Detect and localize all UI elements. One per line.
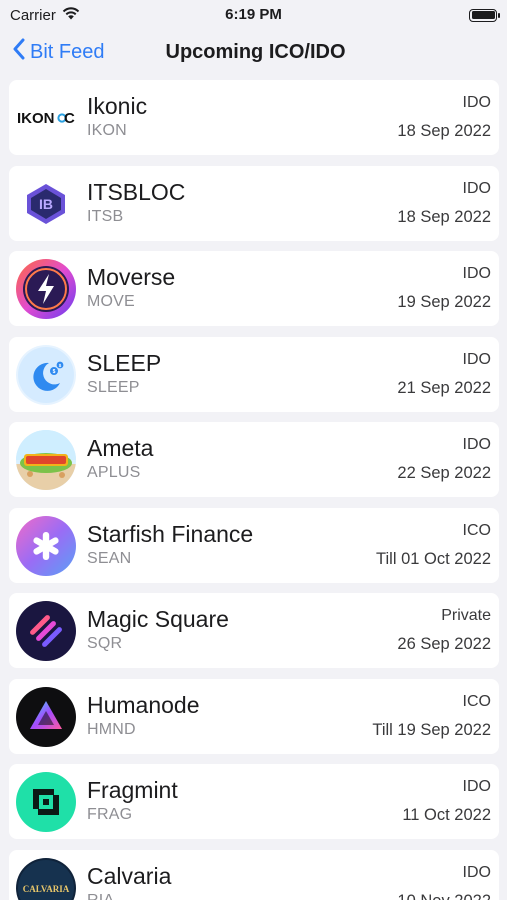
list-item[interactable]: Moverse MOVE IDO 19 Sep 2022 xyxy=(9,251,499,326)
item-date: 18 Sep 2022 xyxy=(397,207,491,226)
status-bar: Carrier 6:19 PM xyxy=(0,0,507,30)
fragmint-logo xyxy=(16,772,76,832)
item-type: ICO xyxy=(462,692,491,710)
navigation-bar: Bit Feed Upcoming ICO/IDO xyxy=(0,30,507,74)
list-item[interactable]: Ameta APLUS IDO 22 Sep 2022 xyxy=(9,422,499,497)
item-symbol: IKON xyxy=(87,122,127,139)
item-name: Ikonic xyxy=(87,93,148,119)
list-item[interactable]: Starfish Finance SEAN ICO Till 01 Oct 20… xyxy=(9,507,499,583)
svg-text:CALVARIA: CALVARIA xyxy=(23,884,70,894)
ico-list: IKON C Ikonic IKON IDO 18 Sep 2022 IB IT… xyxy=(9,80,499,900)
list-item[interactable]: Magic Square SQR Private 26 Sep 2022 xyxy=(9,593,499,668)
ameta-logo xyxy=(16,430,76,490)
item-date: 21 Sep 2022 xyxy=(397,378,491,397)
item-name: Calvaria xyxy=(87,862,172,889)
list-item[interactable]: IKON C Ikonic IKON IDO 18 Sep 2022 xyxy=(9,80,499,155)
item-date: 11 Oct 2022 xyxy=(402,806,491,824)
svg-text:C: C xyxy=(64,110,75,127)
item-symbol: HMND xyxy=(87,720,136,738)
item-name: Magic Square xyxy=(87,606,229,632)
item-name: Fragmint xyxy=(87,777,178,803)
item-date: Till 01 Oct 2022 xyxy=(376,549,491,568)
calvaria-logo: CALVARIA xyxy=(16,857,76,900)
item-symbol: FRAG xyxy=(87,806,133,823)
item-date: 10 Nov 2022 xyxy=(397,892,491,900)
item-symbol: SEAN xyxy=(87,549,132,567)
item-type: Private xyxy=(441,607,491,624)
item-type: IDO xyxy=(462,863,491,881)
item-date: 26 Sep 2022 xyxy=(397,635,491,653)
item-name: Ameta xyxy=(87,435,154,461)
item-type: IDO xyxy=(462,265,491,282)
sleep-logo: $ $ xyxy=(16,344,76,405)
starfish-logo xyxy=(16,515,76,576)
item-name: Humanode xyxy=(87,691,200,718)
item-type: ICO xyxy=(462,521,491,539)
item-symbol: RIA xyxy=(87,891,115,900)
moverse-logo xyxy=(16,259,76,319)
item-name: Moverse xyxy=(87,264,176,290)
item-date: 18 Sep 2022 xyxy=(397,122,491,140)
item-symbol: APLUS xyxy=(87,464,141,481)
item-date: Till 19 Sep 2022 xyxy=(372,720,491,739)
item-date: 22 Sep 2022 xyxy=(397,464,491,482)
item-type: IDO xyxy=(462,179,491,197)
item-type: IDO xyxy=(462,436,491,453)
magic-square-logo xyxy=(16,601,76,661)
item-name: Starfish Finance xyxy=(87,520,254,547)
carrier-group: Carrier xyxy=(10,6,80,24)
svg-text:IKON: IKON xyxy=(17,110,55,127)
list-item[interactable]: Fragmint FRAG IDO 11 Oct 2022 xyxy=(9,764,499,839)
item-type: IDO xyxy=(462,778,491,795)
item-date: 19 Sep 2022 xyxy=(397,293,491,311)
wifi-icon xyxy=(62,6,80,24)
list-item[interactable]: IB ITSBLOC ITSB IDO 18 Sep 2022 xyxy=(9,165,499,241)
humanode-logo xyxy=(16,686,76,747)
item-type: IDO xyxy=(462,350,491,368)
list-item[interactable]: Humanode HMND ICO Till 19 Sep 2022 xyxy=(9,678,499,754)
svg-text:IB: IB xyxy=(39,196,53,212)
itsbloc-logo: IB xyxy=(16,173,76,234)
item-symbol: ITSB xyxy=(87,207,124,225)
carrier-label: Carrier xyxy=(10,6,56,24)
list-item[interactable]: CALVARIA Calvaria RIA IDO 10 Nov 2022 xyxy=(9,849,499,900)
svg-text:$: $ xyxy=(53,369,56,375)
item-name: SLEEP xyxy=(87,349,162,376)
list-item[interactable]: $ $ SLEEP SLEEP IDO 21 Sep 2022 xyxy=(9,336,499,412)
item-symbol: SQR xyxy=(87,635,123,652)
ikonic-logo: IKON C xyxy=(16,88,76,148)
item-type: IDO xyxy=(462,94,491,111)
item-symbol: MOVE xyxy=(87,293,135,310)
item-symbol: SLEEP xyxy=(87,378,140,396)
battery-icon xyxy=(469,8,500,22)
item-name: ITSBLOC xyxy=(87,178,186,205)
page-title: Upcoming ICO/IDO xyxy=(165,41,346,63)
